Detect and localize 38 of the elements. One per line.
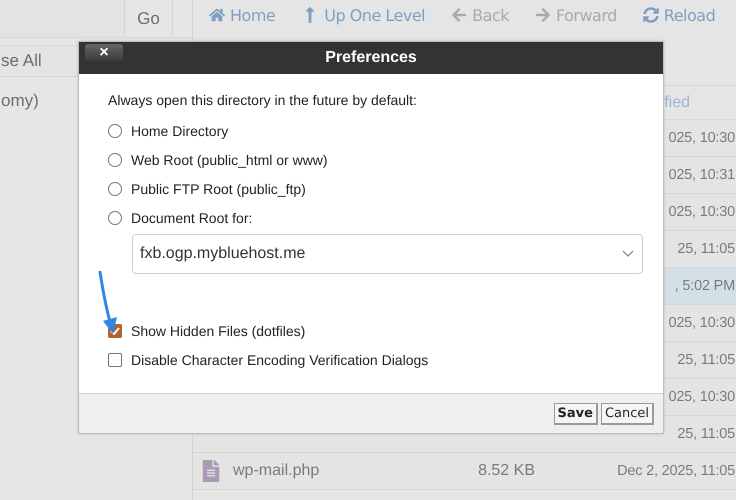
close-button[interactable]: ×	[85, 44, 123, 61]
radio-label: Home Directory	[131, 122, 228, 138]
file-size: 8.52 KB	[477, 462, 535, 480]
toolbar-button[interactable]: Up One Level	[301, 6, 426, 24]
modified-date: 025, 10:30	[668, 315, 735, 331]
file-name: wp-mail.php	[233, 462, 320, 480]
radio-button[interactable]	[108, 210, 122, 224]
modified-date: 25, 11:05	[677, 352, 735, 368]
modified-date: 025, 10:31	[668, 167, 735, 183]
radio-label: Public FTP Root (public_ftp)	[131, 180, 306, 196]
checkbox-label: Show Hidden Files (dotfiles)	[131, 322, 306, 338]
modified-date: 25, 11:05	[677, 241, 735, 257]
reload-icon	[642, 7, 659, 23]
modified-date: 025, 10:30	[668, 204, 735, 220]
radio-label: Document Root for:	[131, 210, 252, 226]
toolbar-button[interactable]: Reload	[642, 6, 716, 24]
file-icon	[200, 460, 222, 482]
modified-date: 025, 10:30	[668, 130, 735, 146]
instruction-text: Always open this directory in the future by default:	[108, 92, 418, 108]
dialog-title: Preferences	[325, 49, 417, 67]
checkbox[interactable]	[108, 352, 122, 366]
radio-button[interactable]	[108, 182, 122, 196]
right-arrow-icon	[534, 7, 551, 23]
save-button[interactable]: Save	[554, 402, 598, 424]
modified-date: 25, 11:05	[677, 426, 735, 442]
home-icon	[209, 7, 225, 23]
left-arrow-icon	[451, 7, 468, 23]
modified-date: 025, 10:30	[668, 389, 735, 405]
cancel-button[interactable]: Cancel	[600, 402, 654, 424]
radio-label: Web Root (public_html or www)	[131, 152, 328, 168]
modified-date: Dec 2, 2025, 11:05	[617, 463, 735, 479]
toolbar-button[interactable]: Home	[209, 6, 276, 24]
radio-button[interactable]	[108, 152, 122, 166]
domain-select[interactable]: fxb.ogp.mybluehost.me	[132, 234, 643, 274]
checkbox-label: Disable Character Encoding Verification Dialogs	[131, 352, 428, 368]
modified-date: , 5:02 PM	[674, 278, 735, 294]
chevron-down-icon	[622, 250, 634, 258]
radio-button[interactable]	[108, 124, 122, 138]
